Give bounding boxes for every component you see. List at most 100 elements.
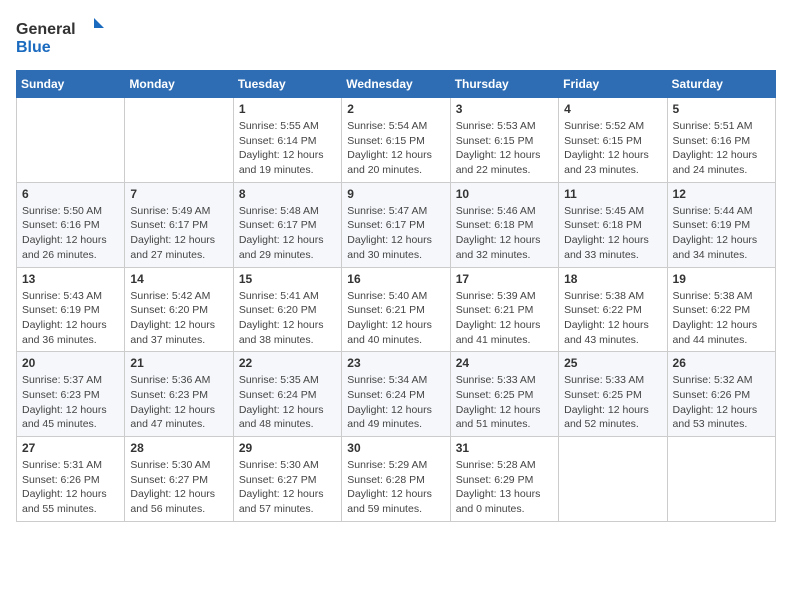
calendar-cell: 18Sunrise: 5:38 AM Sunset: 6:22 PM Dayli… (559, 267, 667, 352)
day-number: 20 (22, 356, 119, 370)
day-info: Sunrise: 5:28 AM Sunset: 6:29 PM Dayligh… (456, 458, 553, 517)
day-info: Sunrise: 5:43 AM Sunset: 6:19 PM Dayligh… (22, 289, 119, 348)
svg-text:General: General (16, 21, 76, 38)
calendar-week-row: 20 Sunrise: 5:37 AM Sunset: 6:23 PM Dayli… (17, 352, 776, 437)
day-info: Sunrise: 5:31 AM Sunset: 6:26 PM Dayligh… (22, 458, 119, 517)
weekday-header-wednesday: Wednesday (342, 71, 450, 98)
day-info: Sunrise: 5:37 AM Sunset: 6:23 PM Dayligh… (22, 373, 119, 432)
day-info: Sunrise: 5:47 AM Sunset: 6:17 PM Dayligh… (347, 204, 444, 263)
day-info: Sunrise: 5:33 AM Sunset: 6:25 PM Dayligh… (456, 373, 553, 432)
day-number: 16 (347, 272, 444, 286)
calendar-cell: 24 Sunrise: 5:33 AM Sunset: 6:25 PM Dayli… (450, 352, 558, 437)
day-number: 30 (347, 441, 444, 455)
day-info: Sunrise: 5:52 AM Sunset: 6:15 PM Dayligh… (564, 119, 661, 178)
calendar-cell: 2 Sunrise: 5:54 AM Sunset: 6:15 PM Daylig… (342, 98, 450, 183)
day-number: 31 (456, 441, 553, 455)
calendar-cell: 8 Sunrise: 5:48 AM Sunset: 6:17 PM Daylig… (233, 182, 341, 267)
day-info: Sunrise: 5:42 AM Sunset: 6:20 PM Dayligh… (130, 289, 227, 348)
calendar-cell: 30 Sunrise: 5:29 AM Sunset: 6:28 PM Dayli… (342, 437, 450, 522)
calendar-cell: 12 Sunrise: 5:44 AM Sunset: 6:19 PM Dayli… (667, 182, 775, 267)
calendar-week-row: 6 Sunrise: 5:50 AM Sunset: 6:16 PM Daylig… (17, 182, 776, 267)
weekday-header-thursday: Thursday (450, 71, 558, 98)
calendar-cell (559, 437, 667, 522)
svg-text:Blue: Blue (16, 39, 51, 56)
calendar-week-row: 13 Sunrise: 5:43 AM Sunset: 6:19 PM Dayli… (17, 267, 776, 352)
calendar-cell: 15Sunrise: 5:41 AM Sunset: 6:20 PM Dayli… (233, 267, 341, 352)
calendar-cell: 9 Sunrise: 5:47 AM Sunset: 6:17 PM Daylig… (342, 182, 450, 267)
day-number: 17 (456, 272, 553, 286)
day-number: 7 (130, 187, 227, 201)
day-info: Sunrise: 5:48 AM Sunset: 6:17 PM Dayligh… (239, 204, 336, 263)
day-number: 28 (130, 441, 227, 455)
logo-svg: GeneralBlue (16, 16, 106, 58)
calendar-cell: 4 Sunrise: 5:52 AM Sunset: 6:15 PM Daylig… (559, 98, 667, 183)
day-info: Sunrise: 5:51 AM Sunset: 6:16 PM Dayligh… (673, 119, 770, 178)
day-number: 19 (673, 272, 770, 286)
day-number: 6 (22, 187, 119, 201)
day-number: 8 (239, 187, 336, 201)
calendar-cell: 28 Sunrise: 5:30 AM Sunset: 6:27 PM Dayli… (125, 437, 233, 522)
day-info: Sunrise: 5:29 AM Sunset: 6:28 PM Dayligh… (347, 458, 444, 517)
day-number: 11 (564, 187, 661, 201)
day-number: 23 (347, 356, 444, 370)
calendar-cell: 3 Sunrise: 5:53 AM Sunset: 6:15 PM Daylig… (450, 98, 558, 183)
day-info: Sunrise: 5:45 AM Sunset: 6:18 PM Dayligh… (564, 204, 661, 263)
day-info: Sunrise: 5:30 AM Sunset: 6:27 PM Dayligh… (130, 458, 227, 517)
day-number: 15 (239, 272, 336, 286)
calendar-cell: 21 Sunrise: 5:36 AM Sunset: 6:23 PM Dayli… (125, 352, 233, 437)
calendar-cell: 1 Sunrise: 5:55 AM Sunset: 6:14 PM Daylig… (233, 98, 341, 183)
day-number: 24 (456, 356, 553, 370)
calendar-cell (125, 98, 233, 183)
day-info: Sunrise: 5:50 AM Sunset: 6:16 PM Dayligh… (22, 204, 119, 263)
day-number: 21 (130, 356, 227, 370)
day-info: Sunrise: 5:44 AM Sunset: 6:19 PM Dayligh… (673, 204, 770, 263)
weekday-header-tuesday: Tuesday (233, 71, 341, 98)
calendar-week-row: 27 Sunrise: 5:31 AM Sunset: 6:26 PM Dayli… (17, 437, 776, 522)
logo: GeneralBlue (16, 16, 106, 58)
day-number: 3 (456, 102, 553, 116)
day-number: 1 (239, 102, 336, 116)
page-header: GeneralBlue (16, 16, 776, 58)
calendar-cell: 5 Sunrise: 5:51 AM Sunset: 6:16 PM Daylig… (667, 98, 775, 183)
day-info: Sunrise: 5:34 AM Sunset: 6:24 PM Dayligh… (347, 373, 444, 432)
calendar-cell: 17 Sunrise: 5:39 AM Sunset: 6:21 PM Dayli… (450, 267, 558, 352)
day-number: 13 (22, 272, 119, 286)
calendar-cell: 19Sunrise: 5:38 AM Sunset: 6:22 PM Dayli… (667, 267, 775, 352)
day-info: Sunrise: 5:36 AM Sunset: 6:23 PM Dayligh… (130, 373, 227, 432)
day-number: 29 (239, 441, 336, 455)
calendar-cell: 14Sunrise: 5:42 AM Sunset: 6:20 PM Dayli… (125, 267, 233, 352)
day-number: 9 (347, 187, 444, 201)
day-info: Sunrise: 5:53 AM Sunset: 6:15 PM Dayligh… (456, 119, 553, 178)
day-info: Sunrise: 5:30 AM Sunset: 6:27 PM Dayligh… (239, 458, 336, 517)
day-number: 12 (673, 187, 770, 201)
calendar-cell: 31 Sunrise: 5:28 AM Sunset: 6:29 PM Dayli… (450, 437, 558, 522)
day-number: 26 (673, 356, 770, 370)
day-info: Sunrise: 5:55 AM Sunset: 6:14 PM Dayligh… (239, 119, 336, 178)
day-number: 5 (673, 102, 770, 116)
calendar-table: SundayMondayTuesdayWednesdayThursdayFrid… (16, 70, 776, 522)
calendar-cell: 20 Sunrise: 5:37 AM Sunset: 6:23 PM Dayli… (17, 352, 125, 437)
day-info: Sunrise: 5:40 AM Sunset: 6:21 PM Dayligh… (347, 289, 444, 348)
calendar-cell: 26 Sunrise: 5:32 AM Sunset: 6:26 PM Dayli… (667, 352, 775, 437)
day-number: 2 (347, 102, 444, 116)
weekday-header-sunday: Sunday (17, 71, 125, 98)
day-info: Sunrise: 5:49 AM Sunset: 6:17 PM Dayligh… (130, 204, 227, 263)
weekday-header-saturday: Saturday (667, 71, 775, 98)
weekday-header-monday: Monday (125, 71, 233, 98)
calendar-cell: 22Sunrise: 5:35 AM Sunset: 6:24 PM Dayli… (233, 352, 341, 437)
calendar-cell: 16 Sunrise: 5:40 AM Sunset: 6:21 PM Dayli… (342, 267, 450, 352)
weekday-header-friday: Friday (559, 71, 667, 98)
day-info: Sunrise: 5:54 AM Sunset: 6:15 PM Dayligh… (347, 119, 444, 178)
calendar-cell: 29 Sunrise: 5:30 AM Sunset: 6:27 PM Dayli… (233, 437, 341, 522)
day-number: 4 (564, 102, 661, 116)
day-info: Sunrise: 5:35 AM Sunset: 6:24 PM Dayligh… (239, 373, 336, 432)
day-number: 27 (22, 441, 119, 455)
calendar-cell: 7 Sunrise: 5:49 AM Sunset: 6:17 PM Daylig… (125, 182, 233, 267)
calendar-cell: 25Sunrise: 5:33 AM Sunset: 6:25 PM Dayli… (559, 352, 667, 437)
calendar-week-row: 1 Sunrise: 5:55 AM Sunset: 6:14 PM Daylig… (17, 98, 776, 183)
day-info: Sunrise: 5:32 AM Sunset: 6:26 PM Dayligh… (673, 373, 770, 432)
calendar-cell (667, 437, 775, 522)
calendar-cell: 10Sunrise: 5:46 AM Sunset: 6:18 PM Dayli… (450, 182, 558, 267)
day-info: Sunrise: 5:39 AM Sunset: 6:21 PM Dayligh… (456, 289, 553, 348)
day-info: Sunrise: 5:33 AM Sunset: 6:25 PM Dayligh… (564, 373, 661, 432)
